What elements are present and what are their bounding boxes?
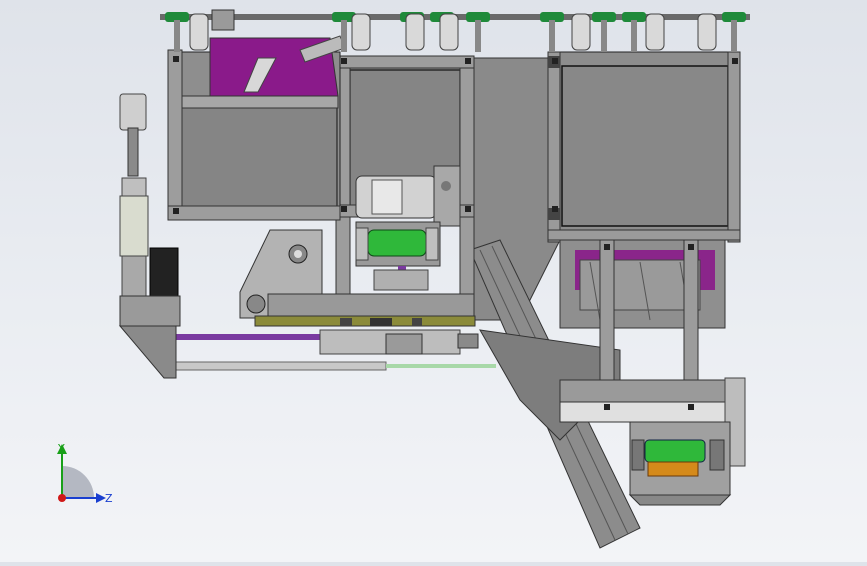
- axis-plane-quadrant: [62, 466, 94, 498]
- transfer-rods: [175, 329, 496, 371]
- cad-viewport[interactable]: Y Z: [0, 0, 867, 562]
- z-axis-label: Z: [105, 492, 113, 505]
- y-axis-label: Y: [57, 442, 65, 455]
- base-plate: [254, 315, 476, 327]
- green-roller: [355, 221, 441, 291]
- machine-assembly-drawing: [118, 9, 750, 549]
- left-upper-frame: [167, 35, 346, 221]
- axis-origin: [58, 494, 66, 502]
- axis-triad[interactable]: Y Z: [40, 436, 120, 516]
